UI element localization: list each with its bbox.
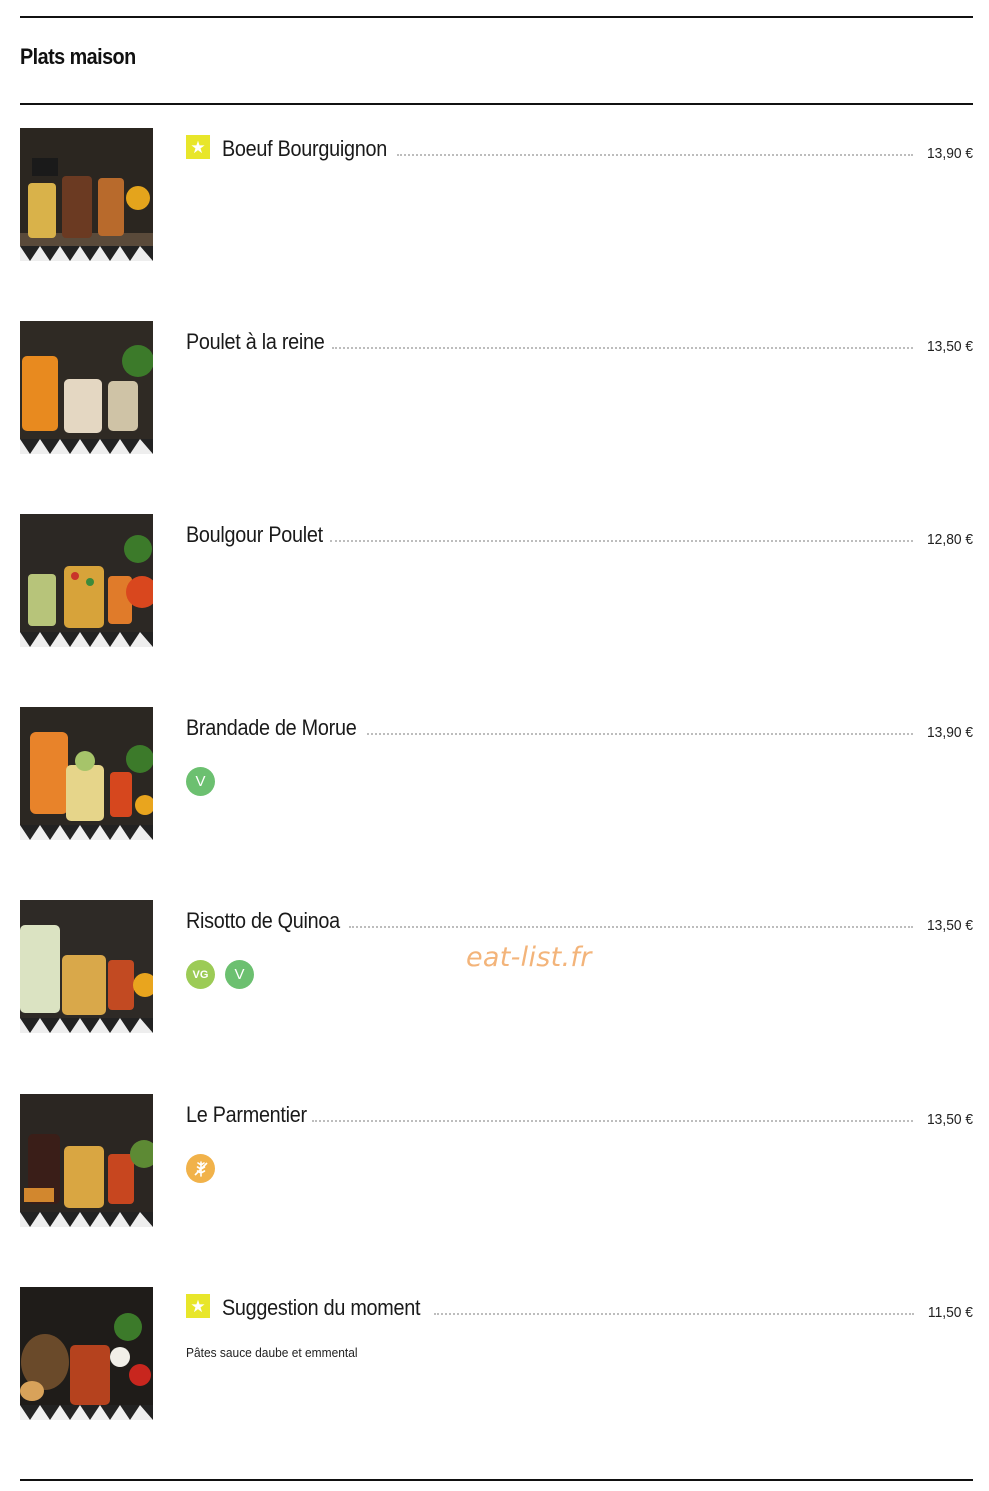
watermark: eat-list.fr bbox=[466, 942, 592, 973]
menu-item[interactable]: ★ Boeuf Bourguignon 13,90 € bbox=[20, 128, 973, 262]
item-price: 13,90 € bbox=[926, 145, 973, 162]
dish-photo[interactable] bbox=[20, 321, 153, 454]
gluten-free-icon bbox=[186, 1154, 215, 1183]
dish-photo[interactable] bbox=[20, 707, 153, 840]
item-name: Boulgour Poulet bbox=[186, 522, 323, 547]
dotted-leader bbox=[330, 539, 913, 542]
header-divider bbox=[20, 103, 973, 105]
vegetarian-icon: V bbox=[186, 767, 215, 796]
item-name: Boeuf Bourguignon bbox=[222, 136, 387, 161]
dish-photo[interactable] bbox=[20, 1287, 153, 1420]
dotted-leader bbox=[312, 1119, 913, 1122]
menu-item[interactable]: Poulet à la reine 13,50 € bbox=[20, 321, 973, 455]
menu-item[interactable]: ★ Suggestion du moment 11,50 € Pâtes sau… bbox=[20, 1287, 973, 1421]
dotted-leader bbox=[434, 1312, 915, 1315]
item-price: 11,50 € bbox=[927, 1304, 973, 1321]
menu-item[interactable]: Boulgour Poulet 12,80 € bbox=[20, 514, 973, 648]
item-name: Suggestion du moment bbox=[222, 1295, 421, 1320]
item-description: Pâtes sauce daube et emmental bbox=[186, 1345, 358, 1360]
menu-item[interactable]: Le Parmentier 13,50 € bbox=[20, 1094, 973, 1228]
star-icon: ★ bbox=[186, 135, 210, 159]
dotted-leader bbox=[331, 346, 913, 349]
dish-photo[interactable] bbox=[20, 1094, 153, 1227]
star-icon: ★ bbox=[186, 1294, 210, 1318]
item-price: 13,50 € bbox=[926, 1111, 973, 1128]
dotted-leader bbox=[349, 925, 913, 928]
item-price: 13,50 € bbox=[926, 338, 973, 355]
vegan-icon: VG bbox=[186, 960, 215, 989]
item-name: Risotto de Quinoa bbox=[186, 908, 340, 933]
dotted-leader bbox=[397, 153, 913, 156]
dish-photo[interactable] bbox=[20, 514, 153, 647]
item-name: Le Parmentier bbox=[186, 1102, 307, 1127]
item-name: Poulet à la reine bbox=[186, 329, 325, 354]
bottom-divider bbox=[20, 1479, 973, 1481]
item-name: Brandade de Morue bbox=[186, 715, 357, 740]
section-title: Plats maison bbox=[20, 44, 136, 69]
item-price: 12,80 € bbox=[926, 531, 973, 548]
top-divider bbox=[20, 16, 973, 18]
vegetarian-icon: V bbox=[225, 960, 254, 989]
dish-photo[interactable] bbox=[20, 128, 153, 261]
item-price: 13,50 € bbox=[926, 917, 973, 934]
dish-photo[interactable] bbox=[20, 900, 153, 1033]
dotted-leader bbox=[367, 732, 913, 735]
item-price: 13,90 € bbox=[926, 724, 973, 741]
menu-item[interactable]: Brandade de Morue 13,90 € V bbox=[20, 707, 973, 841]
